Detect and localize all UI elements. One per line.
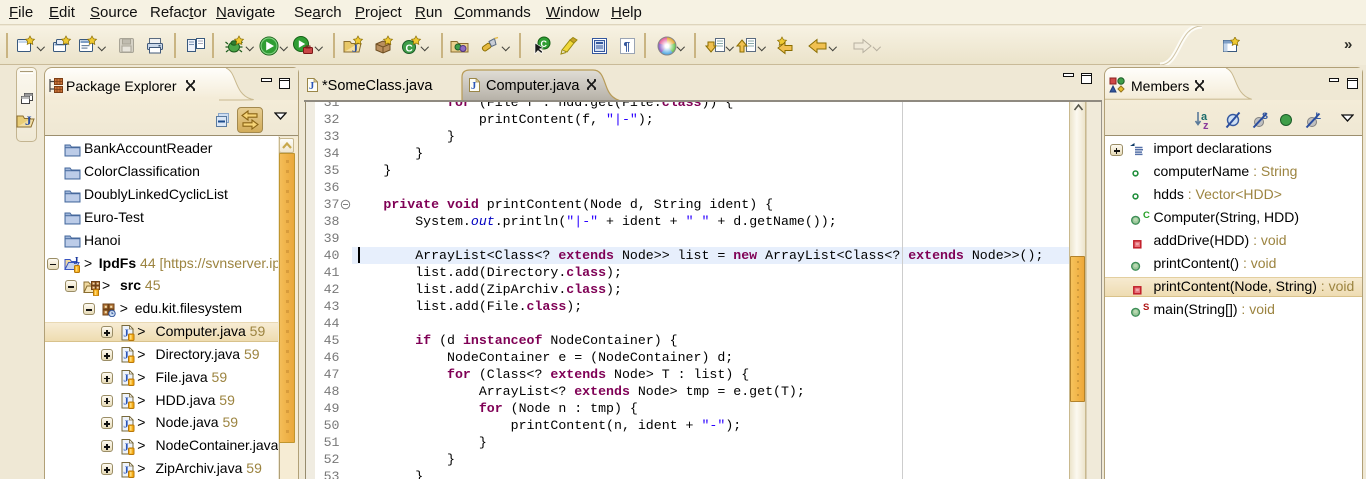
svg-text:¶: ¶ — [624, 40, 631, 54]
svg-text:z: z — [1203, 120, 1209, 130]
svg-text:J: J — [309, 81, 314, 92]
svg-text:J: J — [25, 113, 32, 128]
svg-text:S: S — [1143, 303, 1149, 313]
svg-text:J: J — [471, 81, 476, 92]
svg-text:C: C — [1143, 211, 1150, 221]
svg-text:C: C — [406, 44, 413, 55]
